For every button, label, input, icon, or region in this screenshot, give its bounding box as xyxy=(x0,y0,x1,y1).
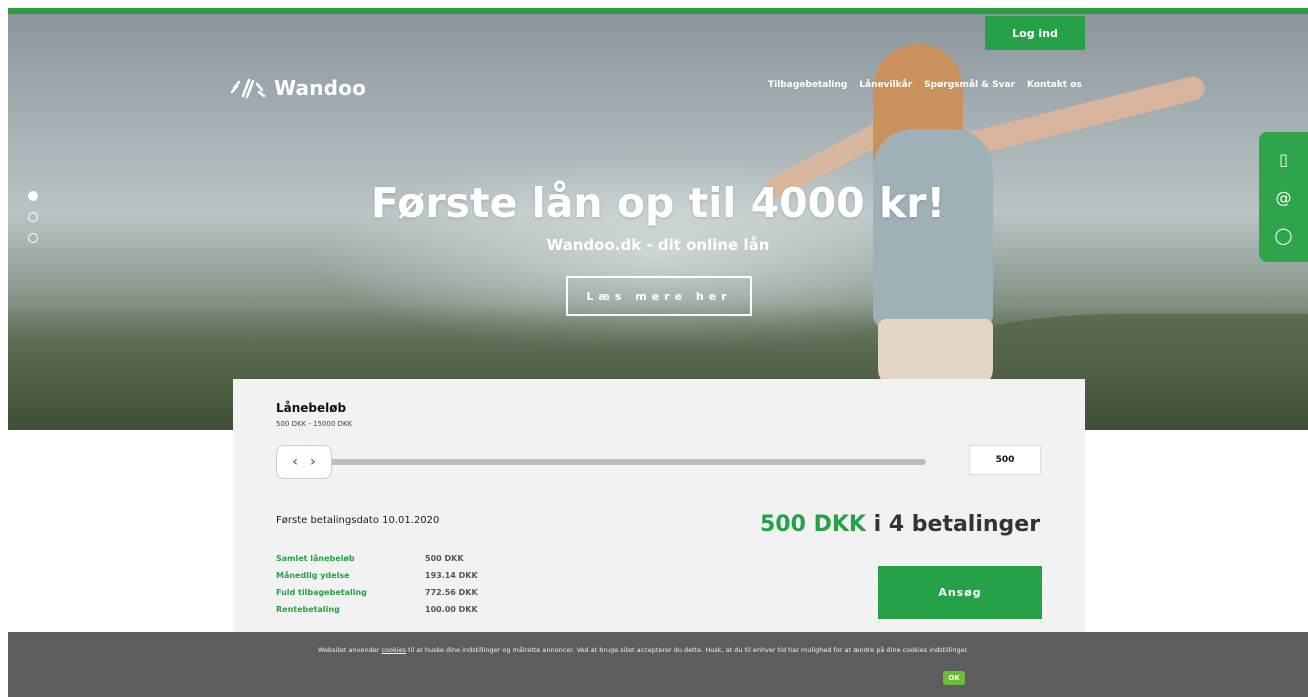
cookie-text-after: til at huske dine indstillinger og målre… xyxy=(405,646,969,654)
hero-title: Første lån op til 4000 kr! xyxy=(370,179,946,227)
chevron-left-icon: ‹ xyxy=(292,454,298,470)
nav-item-faq[interactable]: Spørgsmål & Svar xyxy=(924,80,1015,90)
loan-amount-range: 500 DKK - 15000 DKK xyxy=(276,420,353,428)
cookie-text: Websitet anvender cookies til at huske d… xyxy=(318,646,1008,654)
nav-item-laanevilkaar[interactable]: Lånevilkår xyxy=(859,80,912,90)
apply-button[interactable]: Ansøg xyxy=(878,566,1042,619)
detail-value: 100.00 DKK xyxy=(425,605,478,614)
detail-row: Fuld tilbagebetaling 772.56 DKK xyxy=(276,584,478,601)
detail-label: Månedlig ydelse xyxy=(276,571,350,580)
detail-row: Rentebetaling 100.00 DKK xyxy=(276,601,478,618)
first-payment-date: Første betalingsdato 10.01.2020 xyxy=(276,515,440,526)
detail-label: Samlet lånebeløb xyxy=(276,554,355,563)
read-more-button[interactable]: Læs mere her xyxy=(566,276,752,316)
detail-value: 193.14 DKK xyxy=(425,571,478,580)
cookie-ok-button[interactable]: OK xyxy=(943,671,965,685)
login-button[interactable]: Log ind xyxy=(985,16,1085,50)
loan-amount-title: Lånebeløb xyxy=(276,401,347,415)
detail-label: Fuld tilbagebetaling xyxy=(276,588,367,597)
email-at-icon[interactable]: @ xyxy=(1273,186,1295,208)
phone-icon[interactable]: ▯ xyxy=(1273,148,1295,170)
cookies-link[interactable]: cookies xyxy=(381,646,405,654)
nav-item-tilbagebetaling[interactable]: Tilbagebetaling xyxy=(768,80,847,90)
detail-value: 772.56 DKK xyxy=(425,588,478,597)
brand-logo[interactable]: Wandoo xyxy=(230,76,366,100)
loan-amount-input[interactable]: 500 xyxy=(969,445,1041,475)
brand-name: Wandoo xyxy=(274,76,367,100)
loan-summary: 500 DKK i 4 betalinger xyxy=(760,512,1040,537)
wandoo-logo-icon xyxy=(230,78,266,99)
chevron-right-icon: › xyxy=(310,454,316,470)
chat-bubble-icon[interactable]: ◯ xyxy=(1273,224,1295,246)
cookie-banner: Websitet anvender cookies til at huske d… xyxy=(8,632,1308,697)
detail-label: Rentebetaling xyxy=(276,605,340,614)
detail-row: Samlet lånebeløb 500 DKK xyxy=(276,550,478,567)
detail-row: Månedlig ydelse 193.14 DKK xyxy=(276,567,478,584)
detail-value: 500 DKK xyxy=(425,554,464,563)
slider-track[interactable] xyxy=(306,459,926,465)
slider-handle[interactable]: ‹ › xyxy=(276,445,332,479)
main-nav: Tilbagebetaling Lånevilkår Spørgsmål & S… xyxy=(768,80,1082,90)
summary-payments: i 4 betalinger xyxy=(865,512,1041,537)
nav-item-kontakt[interactable]: Kontakt os xyxy=(1027,80,1082,90)
page: Wandoo Tilbagebetaling Lånevilkår Spørgs… xyxy=(8,8,1308,697)
hero-subtitle: Wandoo.dk - dit online lån xyxy=(546,236,770,254)
summary-amount: 500 DKK xyxy=(760,512,866,537)
cookie-text-before: Websitet anvender xyxy=(318,646,382,654)
loan-details: Samlet lånebeløb 500 DKK Månedlig ydelse… xyxy=(276,550,478,618)
person-torso xyxy=(873,129,993,329)
hero-banner: Wandoo Tilbagebetaling Lånevilkår Spørgs… xyxy=(8,14,1308,430)
loan-amount-slider[interactable]: ‹ › xyxy=(276,445,926,479)
contact-side-tab: ▯ @ ◯ xyxy=(1259,132,1308,262)
